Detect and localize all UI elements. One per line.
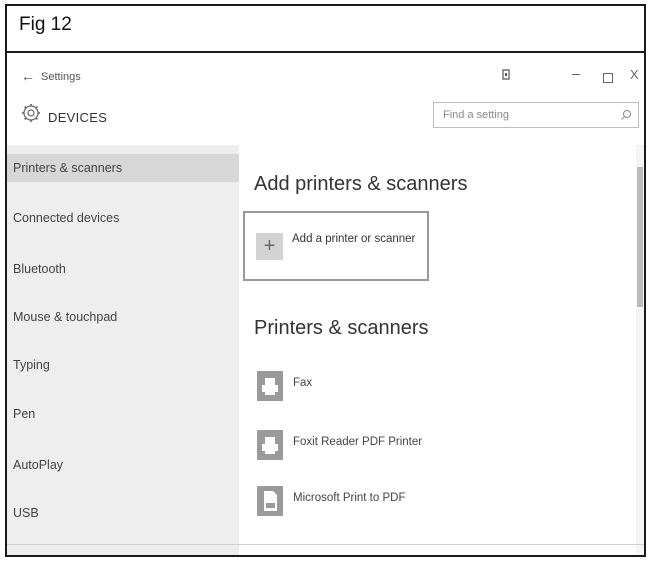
printer-name: Foxit Reader PDF Printer <box>293 436 423 448</box>
vertical-scrollbar[interactable] <box>636 145 644 555</box>
add-printer-label: Add a printer or scanner <box>292 233 416 245</box>
printer-item-microsoft-pdf[interactable]: Microsoft Print to PDF <box>257 486 477 520</box>
window-bottom-edge <box>7 544 644 545</box>
figure-frame: Fig 12 ← Settings – X DEVICES Find a set… <box>5 4 646 557</box>
figure-label: Fig 12 <box>19 14 72 35</box>
add-section-heading: Add printers & scanners <box>254 173 468 195</box>
sidebar-item-printers-scanners[interactable]: Printers & scanners <box>7 154 239 182</box>
search-input[interactable]: Find a setting <box>433 102 639 128</box>
printer-name: Fax <box>293 377 313 389</box>
pdf-printer-icon <box>257 486 283 516</box>
printer-item-fax[interactable]: Fax <box>257 371 457 405</box>
window-title: Settings <box>41 71 81 83</box>
fax-printer-icon <box>257 371 283 401</box>
sidebar-item-connected-devices[interactable]: Connected devices <box>7 204 239 232</box>
sidebar-item-typing[interactable]: Typing <box>7 351 239 379</box>
printer-icon <box>257 430 283 460</box>
minimize-icon[interactable]: – <box>572 65 580 81</box>
sidebar-item-usb[interactable]: USB <box>7 499 239 527</box>
search-icon[interactable] <box>620 109 632 121</box>
page-header: DEVICES Find a setting <box>7 97 644 137</box>
printers-list-heading: Printers & scanners <box>254 317 429 339</box>
snap-icon[interactable] <box>501 69 511 80</box>
sidebar-item-bluetooth[interactable]: Bluetooth <box>7 255 239 283</box>
settings-window: ← Settings – X DEVICES Find a setting Pr… <box>7 53 644 555</box>
page-title: DEVICES <box>48 110 108 125</box>
sidebar-item-mouse-touchpad[interactable]: Mouse & touchpad <box>7 303 239 331</box>
sidebar-item-autoplay[interactable]: AutoPlay <box>7 451 239 479</box>
gear-icon <box>22 104 40 122</box>
printer-name: Microsoft Print to PDF <box>293 492 406 504</box>
back-arrow-icon[interactable]: ← <box>21 68 35 84</box>
plus-icon: + <box>256 233 283 260</box>
printer-item-foxit[interactable]: Foxit Reader PDF Printer <box>257 430 477 464</box>
sidebar: Printers & scanners Connected devices Bl… <box>7 145 239 555</box>
scrollbar-thumb[interactable] <box>637 167 643 307</box>
close-icon[interactable]: X <box>630 67 639 82</box>
maximize-icon[interactable] <box>603 73 613 83</box>
search-placeholder: Find a setting <box>443 109 510 121</box>
add-printer-button[interactable]: + Add a printer or scanner <box>243 211 429 281</box>
sidebar-item-pen[interactable]: Pen <box>7 400 239 428</box>
title-bar: ← Settings – X <box>7 53 644 93</box>
main-content: Add printers & scanners + Add a printer … <box>239 145 644 555</box>
